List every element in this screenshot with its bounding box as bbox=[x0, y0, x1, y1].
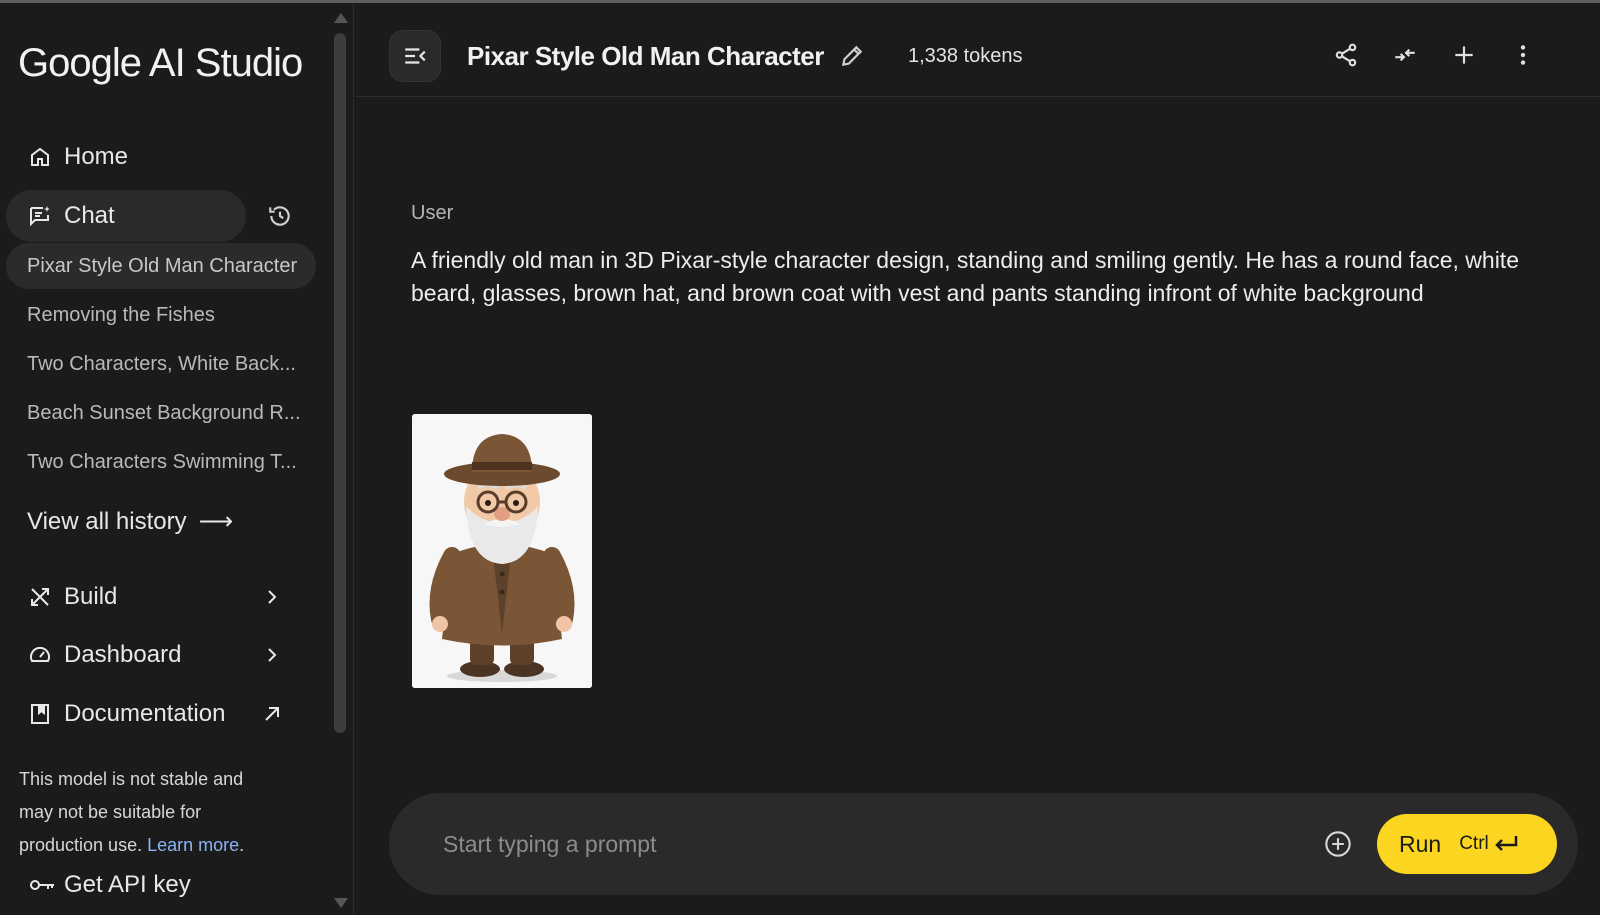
new-chat-plus-icon[interactable] bbox=[1450, 41, 1478, 69]
get-api-key-button[interactable]: Get API key bbox=[6, 863, 191, 907]
chat-title: Pixar Style Old Man Character bbox=[467, 41, 824, 71]
learn-more-link[interactable]: Learn more bbox=[147, 835, 239, 855]
external-link-icon bbox=[265, 707, 279, 721]
get-api-key-label: Get API key bbox=[64, 871, 191, 898]
scroll-down-arrow[interactable] bbox=[334, 898, 348, 908]
edit-pencil-icon[interactable] bbox=[839, 43, 865, 69]
more-options-icon[interactable] bbox=[1509, 41, 1537, 69]
chat-sparkle-icon bbox=[28, 204, 52, 228]
prompt-input[interactable] bbox=[443, 827, 1243, 861]
documentation-book-icon bbox=[28, 702, 52, 726]
user-message-text: A friendly old man in 3D Pixar-style cha… bbox=[411, 247, 1519, 306]
nav-dashboard-label: Dashboard bbox=[64, 641, 182, 668]
toggle-sidebar-button[interactable] bbox=[389, 30, 441, 82]
arrow-right-icon: ⟶ bbox=[198, 508, 234, 535]
model-disclaimer: This model is not stable and may not be … bbox=[19, 763, 279, 862]
add-media-plus-icon[interactable] bbox=[1324, 830, 1352, 858]
sidebar-scrollbar[interactable] bbox=[334, 33, 346, 733]
prompt-composer: Run Ctrl bbox=[389, 793, 1578, 895]
history-item[interactable]: Two Characters Swimming T... bbox=[6, 439, 316, 485]
collapse-menu-icon bbox=[405, 48, 426, 64]
message-role-label: User bbox=[411, 202, 454, 224]
nav-documentation[interactable]: Documentation bbox=[6, 688, 296, 740]
scroll-up-arrow[interactable] bbox=[334, 13, 348, 23]
history-item[interactable]: Pixar Style Old Man Character bbox=[6, 243, 316, 289]
disclaimer-period: . bbox=[239, 835, 245, 855]
chevron-right-icon bbox=[268, 590, 277, 604]
key-icon bbox=[28, 873, 56, 897]
chat-header: Pixar Style Old Man Character 1,338 toke… bbox=[355, 3, 1600, 97]
build-tools-icon bbox=[28, 585, 52, 609]
app-logo[interactable]: Google AI Studio bbox=[18, 41, 303, 86]
nav-build[interactable]: Build bbox=[6, 571, 296, 623]
view-all-history-link[interactable]: View all history ⟶ bbox=[27, 507, 233, 536]
history-item[interactable]: Removing the Fishes bbox=[6, 292, 316, 338]
enter-key-icon bbox=[1494, 836, 1518, 851]
run-label: Run bbox=[1399, 830, 1442, 857]
nav-home[interactable]: Home bbox=[6, 131, 246, 183]
compare-icon[interactable] bbox=[1391, 41, 1419, 69]
nav-chat[interactable]: Chat bbox=[6, 190, 246, 242]
history-icon[interactable] bbox=[266, 202, 294, 230]
old-man-character-illustration bbox=[412, 414, 592, 688]
nav-home-label: Home bbox=[64, 143, 129, 170]
home-icon bbox=[28, 145, 52, 169]
sidebar: Google AI Studio Home Chat Pixar Style O… bbox=[0, 3, 354, 915]
nav-documentation-label: Documentation bbox=[64, 700, 226, 727]
nav-dashboard[interactable]: Dashboard bbox=[6, 629, 296, 681]
history-item[interactable]: Beach Sunset Background R... bbox=[6, 390, 316, 436]
token-count: 1,338 tokens bbox=[908, 45, 1023, 67]
nav-chat-label: Chat bbox=[64, 202, 115, 229]
run-shortcut: Ctrl bbox=[1459, 833, 1520, 855]
dashboard-gauge-icon bbox=[28, 643, 52, 667]
generated-character-image[interactable] bbox=[412, 414, 592, 688]
history-item[interactable]: Two Characters, White Back... bbox=[6, 341, 316, 387]
share-icon[interactable] bbox=[1332, 41, 1360, 69]
view-all-history-label: View all history bbox=[27, 507, 187, 535]
nav-build-label: Build bbox=[64, 583, 118, 610]
chevron-right-icon bbox=[268, 648, 277, 662]
run-shortcut-ctrl: Ctrl bbox=[1459, 833, 1489, 854]
run-button[interactable]: Run Ctrl bbox=[1377, 814, 1557, 874]
